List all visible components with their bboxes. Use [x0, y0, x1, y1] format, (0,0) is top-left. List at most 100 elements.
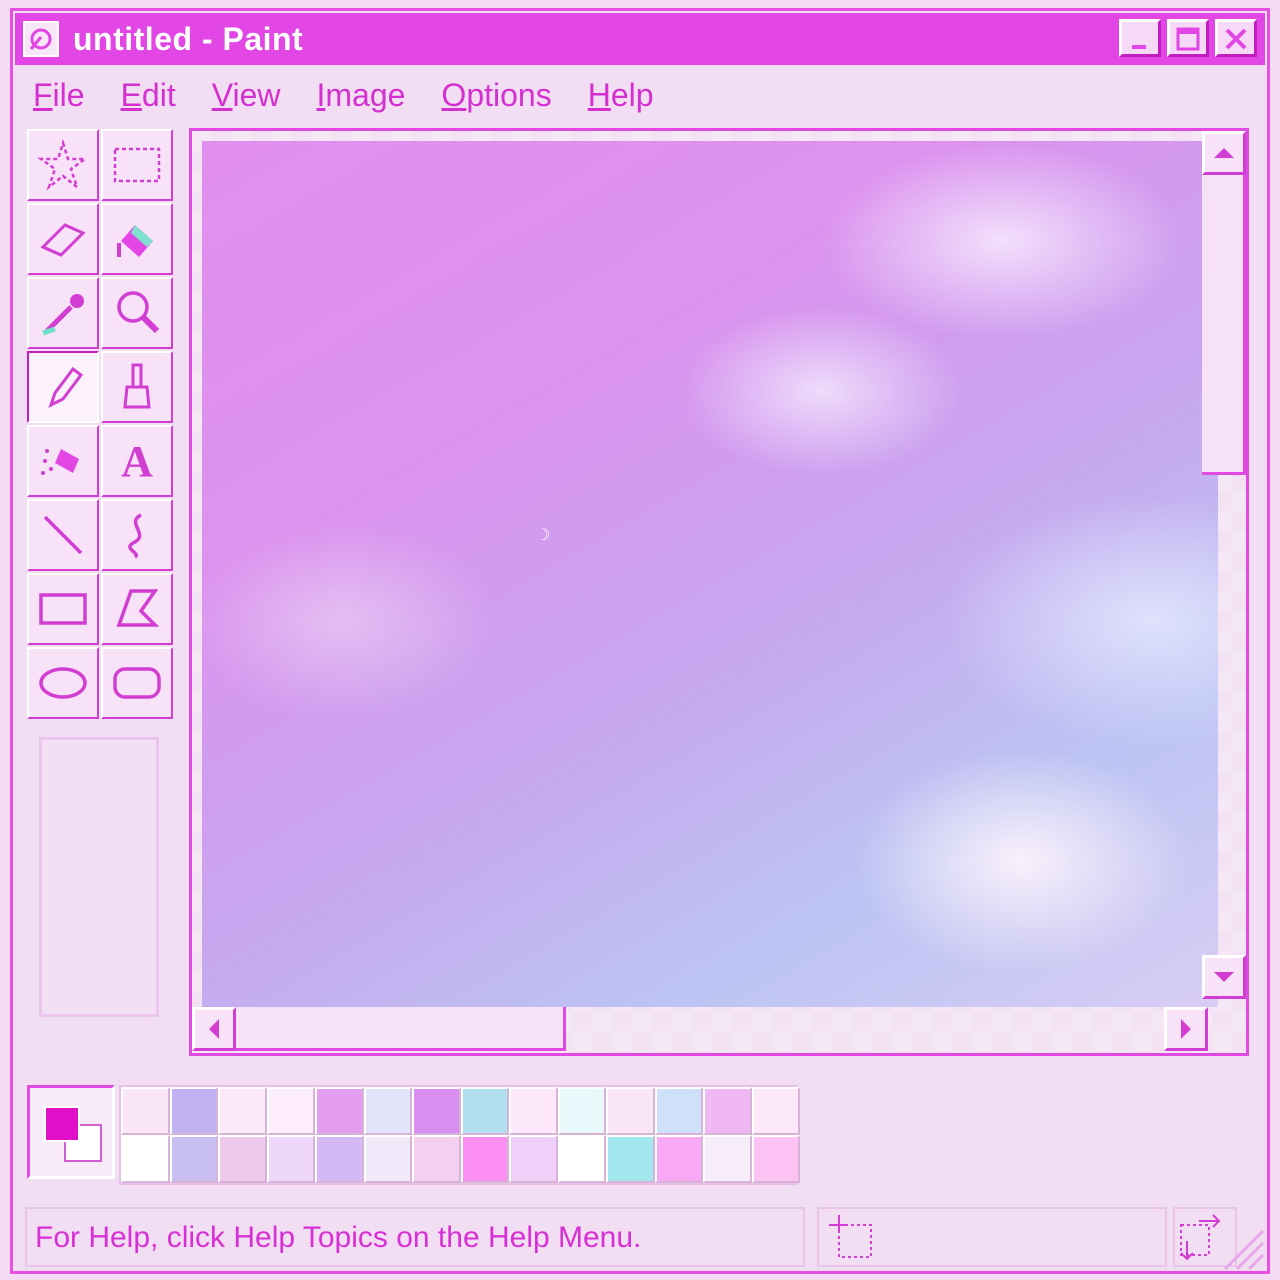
tool-ellipse[interactable] — [27, 647, 99, 719]
title-bar[interactable]: untitled - Paint — [15, 13, 1265, 65]
drawing-canvas[interactable]: ☽ — [202, 141, 1218, 1007]
palette-swatch[interactable] — [606, 1087, 655, 1135]
current-colors[interactable] — [27, 1085, 115, 1179]
brush-icon — [123, 363, 151, 409]
palette-swatch[interactable] — [121, 1135, 170, 1183]
tool-select[interactable] — [101, 129, 173, 201]
tool-fill[interactable] — [101, 203, 173, 275]
palette-swatch[interactable] — [509, 1135, 558, 1183]
scroll-up-button[interactable] — [1202, 131, 1246, 175]
status-position-cell — [817, 1207, 1167, 1267]
palette-swatch[interactable] — [703, 1135, 752, 1183]
minimize-button[interactable] — [1119, 19, 1161, 57]
star-select-icon — [37, 139, 89, 191]
arrow-left-icon — [209, 1019, 219, 1039]
maximize-button[interactable] — [1167, 19, 1209, 57]
menu-help[interactable]: Help — [588, 77, 654, 114]
menu-file[interactable]: File — [33, 77, 85, 114]
palette-swatch[interactable] — [315, 1087, 364, 1135]
tool-rounded-rectangle[interactable] — [101, 647, 173, 719]
tool-options-panel[interactable] — [39, 737, 159, 1017]
palette-swatch[interactable] — [315, 1135, 364, 1183]
palette-swatch[interactable] — [703, 1087, 752, 1135]
tool-eraser[interactable] — [27, 203, 99, 275]
tool-magnifier[interactable] — [101, 277, 173, 349]
airbrush-icon — [41, 449, 79, 475]
horizontal-scroll-thumb[interactable] — [236, 1007, 566, 1051]
canvas-area: ☽ — [189, 128, 1249, 1056]
text-icon: A — [121, 436, 153, 486]
palette-swatch[interactable] — [169, 1087, 218, 1135]
arrow-down-icon — [1214, 972, 1234, 982]
tool-line[interactable] — [27, 499, 99, 571]
palette-swatch[interactable] — [266, 1087, 315, 1135]
color-palette — [119, 1085, 800, 1185]
tool-rectangle[interactable] — [27, 573, 99, 645]
selection-position-icon — [829, 1215, 872, 1258]
line-icon — [43, 515, 83, 555]
palette-swatch[interactable] — [654, 1087, 703, 1135]
palette-swatch[interactable] — [218, 1087, 267, 1135]
polygon-icon — [116, 589, 160, 627]
paint-window: untitled - Paint File Edit View Image Op… — [10, 8, 1270, 1274]
palette-swatch[interactable] — [509, 1087, 558, 1135]
scroll-down-button[interactable] — [1202, 955, 1246, 999]
pencil-icon — [48, 366, 84, 408]
palette-swatch[interactable] — [218, 1135, 267, 1183]
tool-brush[interactable] — [101, 351, 173, 423]
palette-swatch[interactable] — [169, 1135, 218, 1183]
paint-app-icon[interactable] — [23, 21, 59, 57]
menu-view[interactable]: View — [212, 77, 281, 114]
tool-text[interactable]: A — [101, 425, 173, 497]
arrow-up-icon — [1214, 148, 1234, 158]
palette-swatch[interactable] — [654, 1135, 703, 1183]
tool-pencil[interactable] — [27, 351, 99, 423]
paint-bucket-icon — [117, 225, 153, 257]
rounded-rectangle-icon — [113, 667, 161, 699]
magnifier-icon — [117, 291, 160, 334]
curve-icon — [128, 513, 142, 559]
palette-swatch[interactable] — [121, 1087, 170, 1135]
tool-airbrush[interactable] — [27, 425, 99, 497]
palette-swatch[interactable] — [606, 1135, 655, 1183]
palette-swatch[interactable] — [460, 1135, 509, 1183]
scroll-left-button[interactable] — [192, 1007, 236, 1051]
palette-swatch[interactable] — [266, 1135, 315, 1183]
crescent-moon: ☽ — [536, 527, 551, 544]
eraser-icon — [40, 223, 86, 257]
rect-select-icon — [113, 147, 161, 183]
tool-free-form-select[interactable] — [27, 129, 99, 201]
palette-swatch[interactable] — [363, 1087, 412, 1135]
tool-pick-color[interactable] — [27, 277, 99, 349]
eyedropper-icon — [42, 294, 84, 336]
palette-swatch[interactable] — [751, 1135, 800, 1183]
palette-swatch[interactable] — [751, 1087, 800, 1135]
maximize-icon — [1176, 27, 1200, 51]
tool-curve[interactable] — [101, 499, 173, 571]
palette-swatch[interactable] — [363, 1135, 412, 1183]
menu-options[interactable]: Options — [441, 77, 551, 114]
menu-bar: File Edit View Image Options Help — [33, 77, 654, 114]
status-help-text: For Help, click Help Topics on the Help … — [25, 1207, 805, 1267]
horizontal-scrollbar[interactable] — [192, 1007, 1246, 1053]
close-button[interactable] — [1215, 19, 1257, 57]
resize-grip-icon[interactable] — [1215, 1221, 1265, 1271]
minimize-icon — [1132, 45, 1146, 49]
palette-swatch[interactable] — [460, 1087, 509, 1135]
palette-swatch[interactable] — [412, 1087, 461, 1135]
vertical-scroll-thumb[interactable] — [1202, 175, 1246, 475]
scroll-right-button[interactable] — [1164, 1007, 1208, 1051]
palette-swatch[interactable] — [557, 1087, 606, 1135]
arrow-right-icon — [1181, 1019, 1191, 1039]
rectangle-icon — [39, 593, 87, 625]
vertical-scrollbar[interactable] — [1202, 131, 1246, 999]
palette-swatch[interactable] — [412, 1135, 461, 1183]
status-bar: For Help, click Help Topics on the Help … — [25, 1207, 1265, 1271]
menu-edit[interactable]: Edit — [121, 77, 176, 114]
tool-polygon[interactable] — [101, 573, 173, 645]
foreground-color-swatch[interactable] — [44, 1106, 80, 1142]
close-icon — [1225, 28, 1247, 50]
palette-swatch[interactable] — [557, 1135, 606, 1183]
window-title: untitled - Paint — [73, 20, 304, 57]
menu-image[interactable]: Image — [316, 77, 405, 114]
